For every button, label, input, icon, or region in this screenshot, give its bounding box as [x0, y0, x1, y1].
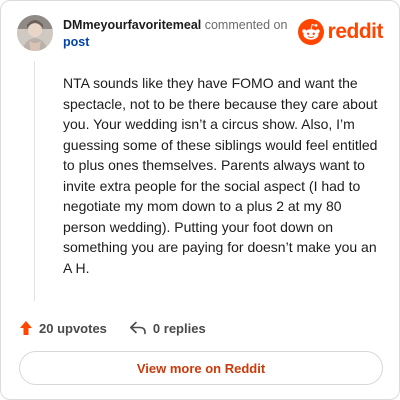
username[interactable]: DMmeyourfavoritemeal: [63, 18, 201, 32]
comment-header: DMmeyourfavoritemeal commented on post r…: [17, 15, 385, 55]
reply-arrow-icon: [129, 321, 147, 335]
reddit-wordmark: reddit: [327, 20, 384, 43]
commented-on-text: commented on: [204, 18, 288, 32]
comment-actions: 20 upvotes 0 replies: [19, 317, 228, 339]
post-link[interactable]: post: [63, 34, 313, 51]
reply-button[interactable]: 0 replies: [129, 321, 206, 336]
reddit-brand[interactable]: reddit: [297, 19, 384, 45]
comment-card: DMmeyourfavoritemeal commented on post r…: [0, 0, 400, 400]
reply-count: 0 replies: [152, 320, 206, 336]
upvote-count: 20 upvotes: [39, 320, 107, 336]
upvote-button[interactable]: 20 upvotes: [19, 320, 107, 336]
comment-body: NTA sounds like they have FOMO and want …: [63, 75, 378, 276]
user-avatar-icon[interactable]: [17, 15, 53, 51]
comment-meta: DMmeyourfavoritemeal commented on post: [63, 17, 313, 51]
upvote-arrow-icon: [19, 320, 33, 336]
reddit-logo-icon: [297, 19, 324, 45]
view-more-button[interactable]: View more on Reddit: [19, 351, 383, 385]
thread-line: [34, 61, 35, 301]
